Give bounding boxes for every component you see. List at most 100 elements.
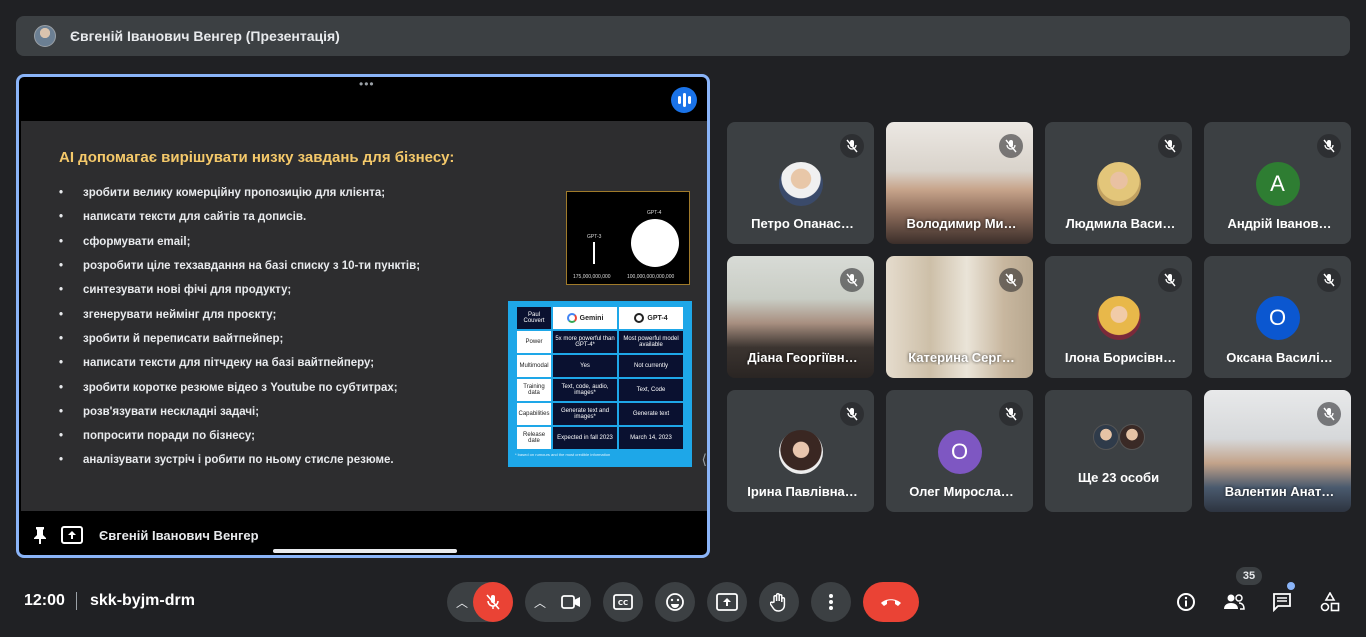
slide: AI допомагає вирішувати низку завдань дл…	[21, 121, 707, 511]
list-item: синтезувати нові фічі для продукту;	[59, 278, 420, 302]
participant-name: Людмила Васи…	[1065, 216, 1176, 231]
table-row: Training data Text, code, audio, images*…	[517, 379, 683, 401]
gpt4-mark	[631, 219, 679, 267]
table-row: Release date Expected in fall 2023 March…	[517, 427, 683, 449]
list-item: розв'язувати нескладні задачі;	[59, 400, 420, 424]
avatar	[1093, 424, 1119, 450]
table-row: Power 5x more powerful than GPT-4* Most …	[517, 331, 683, 353]
avatar	[778, 162, 823, 206]
participant-tile[interactable]: О Олег Миросла…	[886, 390, 1033, 512]
gpt4-header: GPT-4	[619, 307, 683, 329]
list-item: розробити ціле техзавдання на базі списк…	[59, 254, 420, 278]
participant-name: Катерина Серг…	[908, 350, 1015, 365]
slide-bullets: зробити велику комерційну пропозицію для…	[59, 181, 420, 473]
clock: 12:00	[24, 592, 65, 609]
list-item: зробити коротке резюме відео з Youtube п…	[59, 375, 420, 399]
participant-tile[interactable]: Ілона Борисівн…	[1045, 256, 1192, 378]
mic-off-icon	[840, 268, 864, 292]
participant-name: Ілона Борисівн…	[1064, 350, 1177, 365]
present-screen-button[interactable]	[61, 524, 83, 546]
avatar	[1119, 424, 1145, 450]
people-icon	[1224, 594, 1245, 610]
captions-icon: CC	[613, 594, 633, 610]
people-button[interactable]	[1218, 586, 1250, 618]
chevron-left-icon[interactable]: ⟨	[702, 451, 707, 468]
speaking-indicator-icon	[671, 87, 697, 113]
presentation-stage[interactable]: ••• AI допомагає вирішувати низку завдан…	[16, 74, 710, 558]
list-item: написати тексти для пітчдеку на базі вай…	[59, 351, 420, 375]
mic-toggle-button[interactable]	[473, 582, 513, 622]
participant-name: Валентин Анат…	[1224, 484, 1335, 499]
mic-off-icon	[486, 594, 500, 610]
participant-name: Діана Георгіївн…	[747, 350, 858, 365]
openai-icon	[634, 313, 645, 323]
presenter-bar-title: Євгеній Іванович Венгер (Презентація)	[70, 28, 340, 44]
mic-off-icon	[1317, 268, 1341, 292]
list-item: написати тексти для сайтів та дописів.	[59, 205, 420, 229]
activities-button[interactable]	[1314, 586, 1346, 618]
reactions-button[interactable]	[655, 582, 695, 622]
chat-notification-dot	[1287, 582, 1295, 590]
more-options-button[interactable]	[811, 582, 851, 622]
presenter-avatar	[34, 25, 56, 47]
mic-off-icon	[840, 134, 864, 158]
activities-icon	[1320, 592, 1340, 612]
hand-icon	[770, 593, 786, 612]
list-item: зробити велику комерційну пропозицію для…	[59, 181, 420, 205]
presenter-name: Євгеній Іванович Венгер	[99, 527, 259, 543]
pin-icon	[34, 527, 46, 544]
slide-title: AI допомагає вирішувати низку завдань дл…	[59, 149, 455, 166]
gpt4-label: GPT-4	[647, 210, 662, 216]
meeting-info-button[interactable]	[1170, 586, 1202, 618]
list-item: аналізувати зустріч і робити по ньому ст…	[59, 448, 420, 472]
camera-icon	[561, 595, 580, 609]
mic-off-icon	[1158, 268, 1182, 292]
mic-off-icon	[1158, 134, 1182, 158]
leave-call-button[interactable]	[863, 582, 919, 622]
participant-tile[interactable]: Петро Опанас…	[727, 122, 874, 244]
participant-name: Андрій Іванов…	[1227, 216, 1332, 231]
participant-tile[interactable]: Людмила Васи…	[1045, 122, 1192, 244]
more-vert-icon	[829, 594, 833, 610]
participant-tile[interactable]: Володимир Ми…	[886, 122, 1033, 244]
gpt3-mark	[593, 242, 595, 264]
table-row: Capabilities Generate text and images* G…	[517, 403, 683, 425]
more-participants-tile[interactable]: Ще 23 особи	[1045, 390, 1192, 512]
avatar: О	[1255, 296, 1300, 340]
more-participants-label: Ще 23 особи	[1077, 470, 1160, 485]
chat-icon	[1273, 593, 1291, 612]
scrollbar[interactable]	[273, 549, 457, 553]
control-bar: 12:00 skk-byjm-drm ︿ ︿ CC	[0, 572, 1366, 628]
google-icon	[566, 313, 577, 323]
chevron-up-icon[interactable]: ︿	[456, 594, 468, 611]
participant-tile[interactable]: Ірина Павлівна…	[727, 390, 874, 512]
avatar	[1096, 162, 1141, 206]
raise-hand-button[interactable]	[759, 582, 799, 622]
participant-name: Петро Опанас…	[751, 216, 854, 231]
chevron-up-icon[interactable]: ︿	[534, 594, 546, 611]
captions-button[interactable]: CC	[603, 582, 643, 622]
presenter-bar: Євгеній Іванович Венгер (Презентація)	[16, 16, 1350, 56]
gpt4-value: 100,000,000,000,000	[627, 274, 675, 280]
participant-tile[interactable]: Валентин Анат…	[1204, 390, 1351, 512]
participant-tile[interactable]: Катерина Серг…	[886, 256, 1033, 378]
present-icon	[61, 526, 83, 544]
camera-toggle-button[interactable]	[551, 582, 591, 622]
participant-tile[interactable]: Діана Георгіївн…	[727, 256, 874, 378]
participant-name: Олег Миросла…	[909, 484, 1014, 499]
svg-text:CC: CC	[618, 599, 628, 607]
list-item: згенерувати неймінг для проєкту;	[59, 302, 420, 326]
chat-button[interactable]	[1266, 586, 1298, 618]
participant-tile[interactable]: А Андрій Іванов…	[1204, 122, 1351, 244]
avatar	[1096, 296, 1141, 340]
emoji-icon	[666, 593, 684, 611]
present-now-button[interactable]	[707, 582, 747, 622]
pin-button[interactable]	[29, 524, 51, 546]
divider	[76, 592, 77, 610]
more-dots-icon[interactable]: •••	[359, 77, 375, 91]
mic-off-icon	[1317, 402, 1341, 426]
participant-tile[interactable]: О Оксана Василі…	[1204, 256, 1351, 378]
gpt-size-image: GPT-3 GPT-4 175,000,000,000 100,000,000,…	[566, 191, 690, 285]
avatar: А	[1255, 162, 1300, 206]
mic-off-icon	[1317, 134, 1341, 158]
